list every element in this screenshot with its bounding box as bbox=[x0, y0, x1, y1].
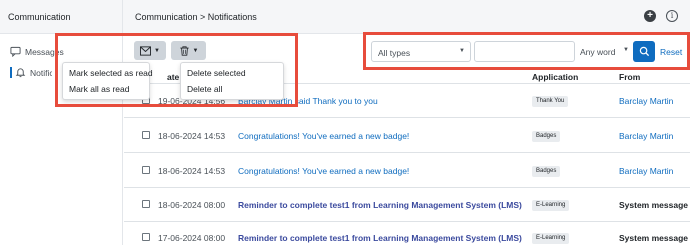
type-select-value: All types bbox=[378, 48, 411, 58]
mark-read-menu: Mark selected as read Mark all as read bbox=[62, 62, 153, 100]
menu-item-mark-selected-read[interactable]: Mark selected as read bbox=[63, 65, 153, 81]
bell-icon bbox=[15, 68, 26, 78]
row-subject[interactable]: Reminder to complete test1 from Learning… bbox=[238, 200, 522, 210]
row-divider bbox=[124, 187, 690, 188]
page-header: Communication > Notifications + i bbox=[123, 0, 690, 34]
reset-link[interactable]: Reset bbox=[660, 47, 682, 57]
row-checkbox[interactable] bbox=[142, 233, 150, 241]
row-divider bbox=[124, 221, 690, 222]
type-select[interactable]: All types ▼ bbox=[371, 41, 471, 62]
row-from: System message bbox=[619, 200, 688, 210]
row-checkbox[interactable] bbox=[142, 200, 150, 208]
row-from[interactable]: Barclay Martin bbox=[619, 96, 673, 106]
delete-menu: Delete selected Delete all bbox=[180, 62, 284, 100]
row-from[interactable]: Barclay Martin bbox=[619, 166, 673, 176]
menu-item-mark-all-read[interactable]: Mark all as read bbox=[63, 81, 149, 97]
row-date: 17-06-2024 08:00 bbox=[158, 233, 226, 243]
row-checkbox[interactable] bbox=[142, 166, 150, 174]
mark-read-button[interactable]: ▼ bbox=[134, 41, 166, 60]
chevron-down-icon: ▼ bbox=[192, 47, 199, 54]
row-divider bbox=[124, 152, 690, 153]
search-input[interactable] bbox=[474, 41, 575, 62]
row-date: 18-06-2024 08:00 bbox=[158, 200, 226, 210]
row-app-badge: Badges bbox=[532, 131, 561, 142]
row-app-badge: E-Learning bbox=[532, 200, 570, 211]
envelope-icon bbox=[140, 45, 152, 56]
chevron-down-icon: ▼ bbox=[154, 47, 160, 54]
breadcrumb[interactable]: Communication > Notifications bbox=[135, 12, 257, 22]
row-subject[interactable]: Reminder to complete test1 from Learning… bbox=[238, 233, 522, 243]
sidebar-item-notifications[interactable]: Notifications bbox=[10, 67, 52, 78]
row-subject[interactable]: Congratulations! You've earned a new bad… bbox=[238, 131, 409, 141]
row-date: 18-06-2024 14:53 bbox=[158, 131, 226, 141]
search-button[interactable] bbox=[633, 41, 655, 62]
info-icon[interactable]: i bbox=[666, 10, 678, 22]
row-app-badge: E-Learning bbox=[532, 233, 570, 244]
row-from: System message bbox=[619, 233, 688, 243]
chevron-down-icon: ▼ bbox=[623, 47, 629, 53]
row-divider bbox=[124, 117, 690, 118]
search-icon bbox=[639, 46, 649, 57]
plus-icon[interactable]: + bbox=[644, 10, 656, 22]
column-header-application[interactable]: Application bbox=[532, 72, 578, 82]
row-from[interactable]: Barclay Martin bbox=[619, 131, 673, 141]
message-icon bbox=[10, 46, 21, 57]
column-header-from[interactable]: From bbox=[619, 72, 640, 82]
word-select[interactable]: Any word ▼ bbox=[577, 41, 631, 62]
trash-icon bbox=[179, 45, 189, 56]
sidebar: Communication Messages Notifications bbox=[0, 0, 123, 245]
row-date: 18-06-2024 14:53 bbox=[158, 166, 226, 176]
sidebar-item-label: Messages bbox=[25, 46, 64, 57]
sidebar-item-label: Notifications bbox=[30, 67, 52, 78]
row-subject[interactable]: Congratulations! You've earned a new bad… bbox=[238, 166, 409, 176]
row-app-badge: Badges bbox=[532, 166, 561, 177]
menu-item-delete-all[interactable]: Delete all bbox=[181, 81, 283, 97]
column-header-date[interactable]: ate bbox=[167, 72, 179, 82]
sidebar-title: Communication bbox=[0, 0, 122, 34]
word-select-value: Any word bbox=[580, 47, 616, 57]
chevron-down-icon: ▼ bbox=[459, 48, 465, 54]
row-app-badge: Thank You bbox=[532, 96, 569, 107]
sidebar-item-messages[interactable]: Messages bbox=[10, 46, 64, 57]
row-checkbox[interactable] bbox=[142, 131, 150, 139]
menu-item-delete-selected[interactable]: Delete selected bbox=[181, 65, 283, 81]
delete-button[interactable]: ▼ bbox=[171, 41, 206, 60]
